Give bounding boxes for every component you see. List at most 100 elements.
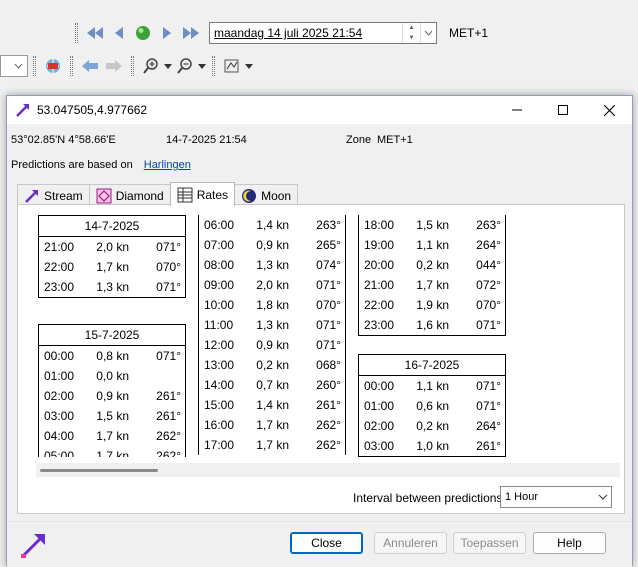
rate-speed: 1,6 kn <box>416 318 449 332</box>
toolbar-grip[interactable] <box>75 23 78 43</box>
spin-down-icon[interactable]: ▼ <box>403 33 420 43</box>
rate-row: 11:00 1,3 kn 071° <box>199 315 345 335</box>
caret-down-icon[interactable] <box>163 63 173 69</box>
zoom-in-icon[interactable] <box>140 55 162 77</box>
zoom-out-icon[interactable] <box>174 55 196 77</box>
rate-row: 21:00 2,0 kn 071° <box>39 237 185 257</box>
rate-row: 01:00 0,0 kn <box>39 366 185 386</box>
rate-time: 10:00 <box>204 298 235 312</box>
rates-column-1: 14-7-2025 21:00 2,0 kn 071° 22:00 1,7 kn 070°… <box>38 215 186 457</box>
dialog-titlebar[interactable]: 53.047505,4.977662 <box>7 96 632 124</box>
rate-row: 18:00 1,5 kn 263° <box>359 215 505 235</box>
day-block-14-7: 14-7-2025 21:00 2,0 kn 071° 22:00 1,7 kn 070°… <box>38 215 186 298</box>
rate-direction: 068° <box>316 358 341 372</box>
minimize-icon <box>512 109 522 111</box>
tab-label: Moon <box>261 188 292 203</box>
rate-time: 03:00 <box>44 409 75 423</box>
rate-direction: 070° <box>156 260 181 274</box>
apply-button[interactable]: Toepassen <box>453 532 526 554</box>
rate-speed: 1,7 kn <box>96 260 129 274</box>
rate-time: 06:00 <box>204 218 235 232</box>
maximize-button[interactable] <box>540 96 586 124</box>
chart-tool-icon[interactable] <box>221 55 243 77</box>
cancel-button[interactable]: Annuleren <box>374 532 447 554</box>
chevron-down-icon <box>424 30 433 36</box>
date-spinner[interactable]: ▲ ▼ <box>402 23 420 43</box>
rate-direction: 071° <box>476 379 501 393</box>
close-button[interactable]: Close <box>290 532 363 554</box>
forward-fast-icon[interactable] <box>180 22 202 44</box>
tab-rates[interactable]: Rates <box>169 182 236 206</box>
rate-direction: 261° <box>476 439 501 453</box>
predictions-text: Predictions are based on <box>11 159 133 171</box>
rate-speed: 1,3 kn <box>256 318 289 332</box>
rate-direction: 074° <box>316 258 341 272</box>
day-header: 16-7-2025 <box>358 354 506 376</box>
rate-direction: 071° <box>476 399 501 413</box>
rate-time: 17:00 <box>204 438 235 452</box>
globe-icon[interactable] <box>42 55 64 77</box>
toolbar-grip[interactable] <box>212 56 215 76</box>
rate-time: 15:00 <box>204 398 235 412</box>
horizontal-scrollbar[interactable] <box>36 463 620 477</box>
step-back-icon[interactable] <box>108 22 130 44</box>
rate-direction: 072° <box>476 278 501 292</box>
minimize-button[interactable] <box>494 96 540 124</box>
toolbar-small-select[interactable] <box>0 55 28 77</box>
forward-arrow-icon[interactable] <box>103 55 125 77</box>
step-forward-icon[interactable] <box>156 22 178 44</box>
tidal-stream-dialog: 53.047505,4.977662 53°02.85'N 4°58.66'E … <box>6 95 633 567</box>
rate-time: 07:00 <box>204 238 235 252</box>
rates-panel: 14-7-2025 21:00 2,0 kn 071° 22:00 1,7 kn 070°… <box>17 204 625 514</box>
rate-speed: 1,3 kn <box>96 280 129 294</box>
now-button-icon[interactable] <box>132 22 154 44</box>
rate-time: 01:00 <box>364 399 395 413</box>
rate-row: 06:00 1,4 kn 263° <box>199 215 345 235</box>
rate-row: 13:00 0,2 kn 068° <box>199 355 345 375</box>
window-controls <box>494 96 632 124</box>
caret-down-icon[interactable] <box>197 63 207 69</box>
rates-column-3: 18:00 1,5 kn 263° 19:00 1,1 kn 264° 20:00 0,2 k… <box>358 215 506 457</box>
date-time-picker[interactable]: maandag 14 juli 2025 21:54 ▲ ▼ <box>209 22 437 44</box>
harlingen-link[interactable]: Harlingen <box>144 159 191 171</box>
day-header: 15-7-2025 <box>38 324 186 346</box>
rate-row: 02:00 0,2 kn 264° <box>359 416 505 436</box>
rewind-fast-icon[interactable] <box>84 22 106 44</box>
rate-direction: 044° <box>476 258 501 272</box>
help-button[interactable]: Help <box>533 532 606 554</box>
tab-diamond[interactable]: Diamond <box>88 184 171 206</box>
rate-row: 10:00 1,8 kn 070° <box>199 295 345 315</box>
interval-select[interactable]: 1 Hour <box>500 486 612 508</box>
rate-speed: 0,0 kn <box>96 369 129 383</box>
scrollbar-thumb[interactable] <box>40 469 158 472</box>
rate-row: 01:00 0,6 kn 071° <box>359 396 505 416</box>
toolbar-grip[interactable] <box>33 56 36 76</box>
date-dropdown-button[interactable] <box>420 23 436 43</box>
rate-time: 22:00 <box>364 298 395 312</box>
rate-direction: 071° <box>316 318 341 332</box>
date-time-value[interactable]: maandag 14 juli 2025 21:54 <box>210 26 402 40</box>
rate-row: 19:00 1,1 kn 264° <box>359 235 505 255</box>
rate-speed: 0,2 kn <box>416 258 449 272</box>
spin-up-icon[interactable]: ▲ <box>403 23 420 33</box>
rate-row: 00:00 0,8 kn 071° <box>39 346 185 366</box>
rates-column-2: 06:00 1,4 kn 263° 07:00 0,9 kn 265° 08:00 1,3 k… <box>198 215 346 455</box>
chevron-down-icon <box>14 63 23 69</box>
back-arrow-icon[interactable] <box>79 55 101 77</box>
rate-row: 08:00 1,3 kn 074° <box>199 255 345 275</box>
caret-down-icon[interactable] <box>244 63 254 69</box>
rate-direction: 263° <box>476 218 501 232</box>
toolbar-grip[interactable] <box>131 56 134 76</box>
tab-moon[interactable]: Moon <box>234 184 299 206</box>
toolbar-grip[interactable] <box>70 56 73 76</box>
rate-time: 11:00 <box>204 318 234 332</box>
rate-speed: 1,4 kn <box>256 218 289 232</box>
rates-table-area[interactable]: 14-7-2025 21:00 2,0 kn 071° 22:00 1,7 kn 070°… <box>28 215 618 457</box>
tab-stream[interactable]: Stream <box>17 184 90 206</box>
rate-direction: 071° <box>316 338 341 352</box>
predictions-source: Predictions are based on Harlingen <box>11 159 191 171</box>
close-window-button[interactable] <box>586 96 632 124</box>
rate-time: 02:00 <box>44 389 75 403</box>
rate-direction: 071° <box>316 278 341 292</box>
continued-block: 06:00 1,4 kn 263° 07:00 0,9 kn 265° 08:00 1,3 k… <box>198 215 346 455</box>
